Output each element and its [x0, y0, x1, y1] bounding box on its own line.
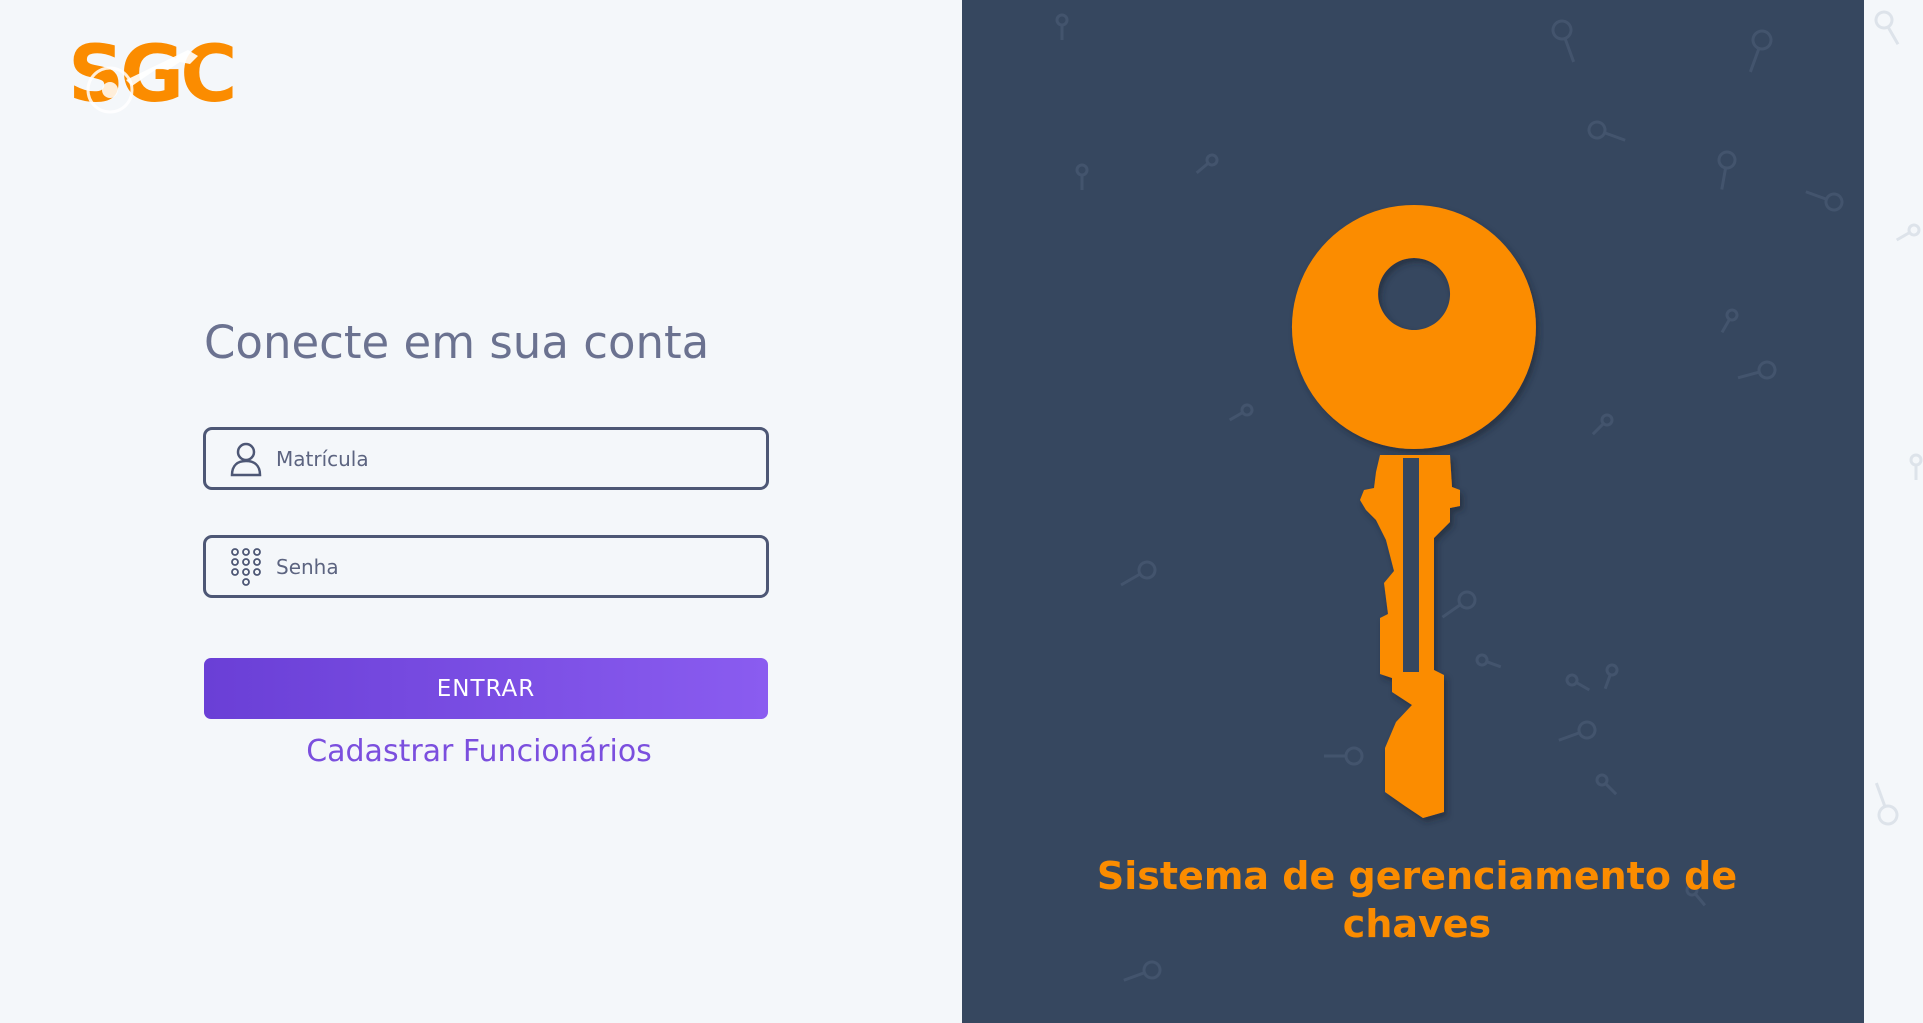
user-icon [226, 439, 266, 479]
login-pane: SGC Conecte em sua conta Matrícula ENTRA… [0, 0, 962, 1023]
tagline: Sistema de gerenciamento de chaves [1082, 852, 1752, 948]
logo-key-overlay-icon [86, 50, 198, 114]
password-field[interactable] [203, 535, 769, 598]
page-title: Conecte em sua conta [204, 316, 710, 369]
register-employees-link[interactable]: Cadastrar Funcionários [204, 734, 754, 769]
enter-button[interactable]: ENTRAR [204, 658, 768, 719]
username-field[interactable] [203, 427, 769, 490]
tagline-line-2: chaves [1342, 902, 1492, 946]
strip-keys-pattern-icon [1874, 10, 1923, 826]
showcase-panel: Sistema de gerenciamento de chaves [962, 0, 1864, 1023]
username-input[interactable] [276, 430, 766, 487]
tagline-line-1: Sistema de gerenciamento de [1096, 854, 1738, 898]
password-input[interactable] [276, 538, 766, 595]
keypad-icon [226, 547, 266, 587]
key-illustration-icon [1291, 205, 1536, 818]
background-strip [1864, 0, 1923, 1023]
sgc-logo: SGC [68, 30, 238, 120]
